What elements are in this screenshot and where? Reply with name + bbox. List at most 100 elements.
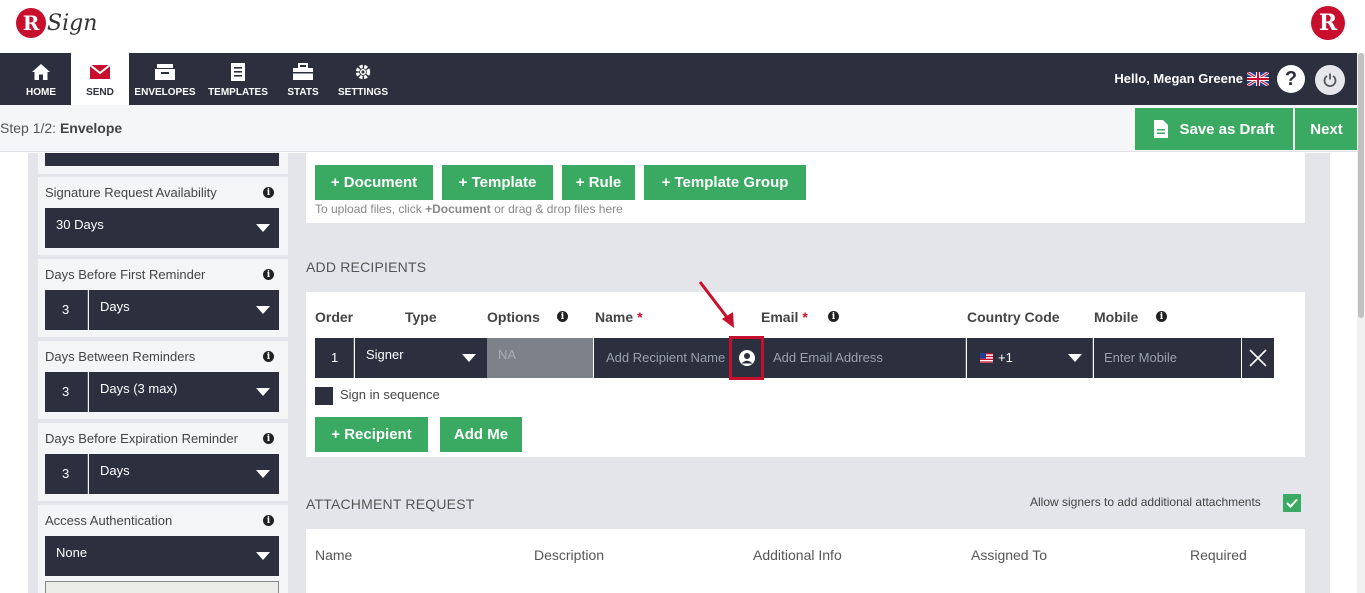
nav-stats-label: STATS <box>287 86 319 98</box>
first-reminder-number[interactable]: 3 <box>45 290 88 330</box>
nav-send[interactable]: SEND <box>71 53 129 105</box>
close-icon <box>1249 349 1267 367</box>
logo-text: Sign <box>47 10 98 36</box>
remove-recipient-button[interactable] <box>1241 338 1274 378</box>
sig-availability-value: 30 Days <box>56 217 104 232</box>
user-circle-icon <box>738 350 755 366</box>
add-recipient-button[interactable]: + Recipient <box>315 417 428 452</box>
first-reminder-number-value: 3 <box>62 302 70 317</box>
info-icon[interactable]: i <box>828 311 839 322</box>
first-reminder-unit-value: Days <box>100 299 130 314</box>
between-reminders-number-value: 3 <box>62 384 70 399</box>
between-reminders-block: Days Between Reminders i 3 Days (3 max) <box>38 341 288 419</box>
main-nav: HOME SEND ENVELOPES TEMPLATES STATS SETT… <box>0 53 1357 105</box>
nav-envelopes-label: ENVELOPES <box>134 86 196 98</box>
col-name-label: Name <box>595 309 634 325</box>
page-scrollbar[interactable] <box>1357 53 1365 593</box>
inbox-icon <box>154 61 176 83</box>
recipient-mobile-placeholder: Enter Mobile <box>1104 350 1177 365</box>
recipient-options-value: NA <box>498 347 517 362</box>
first-reminder-block: Days Before First Reminder i 3 Days <box>38 259 288 337</box>
access-auth-select[interactable]: None <box>45 536 279 576</box>
add-template-group-button[interactable]: + Template Group <box>644 165 806 200</box>
info-icon[interactable]: i <box>263 269 274 280</box>
between-reminders-label: Days Between Reminders <box>45 349 196 364</box>
envelope-icon <box>89 61 111 83</box>
between-reminders-unit-value: Days (3 max) <box>100 381 178 396</box>
col-country-code: Country Code <box>967 309 1060 325</box>
info-icon[interactable]: i <box>557 311 568 322</box>
att-col-assigned-to: Assigned To <box>971 547 1048 563</box>
country-code-select[interactable]: +1 <box>967 338 1093 378</box>
nav-templates-label: TEMPLATES <box>208 86 268 98</box>
add-recipients-title: ADD RECIPIENTS <box>306 259 427 275</box>
chevron-down-icon <box>256 470 270 478</box>
add-document-button[interactable]: + Document <box>315 165 433 200</box>
access-auth-value: None <box>56 545 88 560</box>
info-icon[interactable]: i <box>263 187 274 198</box>
nav-home[interactable]: HOME <box>12 53 70 105</box>
recipient-order-input[interactable]: 1 <box>315 338 354 378</box>
sig-availability-block: Signature Request Availability i 30 Days <box>38 177 288 255</box>
access-auth-input[interactable] <box>45 581 279 593</box>
rsign-logo[interactable]: R Sign <box>16 8 97 38</box>
save-as-draft-label: Save as Draft <box>1179 120 1275 138</box>
uk-flag-icon[interactable] <box>1246 70 1270 88</box>
upload-hint: To upload files, click +Document or drag… <box>315 202 623 216</box>
contact-picker-button[interactable] <box>729 336 764 380</box>
scrollbar-thumb[interactable] <box>1358 53 1364 318</box>
recipient-order-value: 1 <box>331 350 339 365</box>
col-email-label: Email <box>761 309 799 325</box>
first-reminder-unit-select[interactable]: Days <box>89 290 279 330</box>
checkmark-icon <box>1286 498 1298 508</box>
nav-send-label: SEND <box>86 86 114 98</box>
step-name: Envelope <box>59 120 123 136</box>
info-icon[interactable]: i <box>263 433 274 444</box>
help-icon[interactable]: ? <box>1277 65 1305 93</box>
add-template-button[interactable]: + Template <box>442 165 553 200</box>
nav-settings[interactable]: SETTINGS <box>336 53 390 105</box>
recipient-email-input[interactable]: Add Email Address <box>764 338 966 378</box>
col-order: Order <box>315 309 354 325</box>
info-icon[interactable]: i <box>263 515 274 526</box>
expiration-reminder-label: Days Before Expiration Reminder <box>45 431 238 446</box>
save-as-draft-button[interactable]: Save as Draft <box>1135 108 1293 150</box>
gear-icon <box>354 61 372 83</box>
col-options: Options <box>487 309 540 325</box>
between-reminders-unit-select[interactable]: Days (3 max) <box>89 372 279 412</box>
logo-letter: R <box>16 8 46 38</box>
nav-settings-label: SETTINGS <box>337 86 388 98</box>
col-email: Email * <box>761 309 808 325</box>
brand-badge: R <box>1311 6 1345 40</box>
annotation-arrow-icon <box>698 281 734 328</box>
next-button[interactable]: Next <box>1295 108 1358 150</box>
sig-availability-select[interactable]: 30 Days <box>45 208 279 248</box>
sig-availability-label: Signature Request Availability <box>45 185 217 200</box>
first-reminder-label: Days Before First Reminder <box>45 267 206 282</box>
nav-templates[interactable]: TEMPLATES <box>206 53 270 105</box>
sign-in-sequence-checkbox[interactable] <box>315 387 333 405</box>
nav-envelopes[interactable]: ENVELOPES <box>134 53 196 105</box>
recipient-name-placeholder: Add Recipient Name <box>606 350 726 365</box>
chevron-down-icon <box>1068 354 1082 362</box>
info-icon[interactable]: i <box>1156 311 1167 322</box>
recipient-type-select[interactable]: Signer <box>355 338 487 378</box>
expiration-reminder-unit-select[interactable]: Days <box>89 454 279 494</box>
info-icon[interactable]: i <box>263 351 274 362</box>
power-icon[interactable] <box>1315 65 1345 95</box>
recipient-mobile-input[interactable]: Enter Mobile <box>1094 338 1241 378</box>
expiration-reminder-unit-value: Days <box>100 463 130 478</box>
add-me-button[interactable]: Add Me <box>440 417 522 452</box>
allow-attachments-checkbox[interactable] <box>1283 494 1301 512</box>
step-indicator: Step 1/2: Envelope <box>0 120 122 136</box>
logo-bar: R Sign R <box>0 0 1365 53</box>
nav-stats[interactable]: STATS <box>280 53 326 105</box>
recipient-type-value: Signer <box>366 347 404 362</box>
between-reminders-number[interactable]: 3 <box>45 372 88 412</box>
step-prefix: Step 1/2: <box>0 120 57 136</box>
required-mark: * <box>637 309 643 325</box>
add-rule-button[interactable]: + Rule <box>562 165 635 200</box>
expiration-reminder-number[interactable]: 3 <box>45 454 88 494</box>
sidebar-top-select[interactable] <box>45 153 279 166</box>
sidebar-top-block <box>38 153 288 174</box>
